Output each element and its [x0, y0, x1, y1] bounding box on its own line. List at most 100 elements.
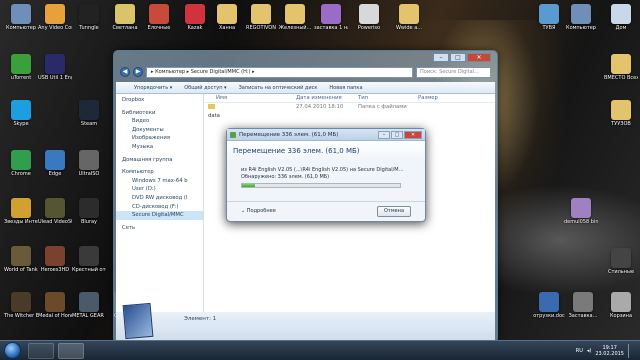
- desktop-icon[interactable]: Компьютер: [4, 4, 38, 31]
- desktop-icon[interactable]: Крестный отец: [72, 246, 106, 273]
- desktop-icon[interactable]: Стильные: [604, 248, 638, 275]
- desktop-icon[interactable]: Корзина: [604, 292, 638, 319]
- desktop-icon[interactable]: Звезды Интернет: [4, 198, 38, 225]
- desktop-icon[interactable]: Компьютер: [564, 4, 598, 31]
- status-text: Элемент: 1: [184, 316, 217, 322]
- desktop-icon[interactable]: Дом: [604, 4, 638, 31]
- dialog-minimize-button[interactable]: –: [378, 131, 390, 139]
- column-date[interactable]: Дата изменения: [296, 94, 358, 102]
- language-indicator[interactable]: RU: [576, 348, 583, 354]
- clock[interactable]: 19:17 23.02.2015: [595, 345, 624, 357]
- nav-item[interactable]: Видео: [116, 117, 203, 126]
- desktop-icon[interactable]: uTorrent: [4, 54, 38, 81]
- desktop-icon[interactable]: ВМЕСТО Всех...: [604, 54, 638, 81]
- desktop-icon[interactable]: Tunngle: [72, 4, 106, 31]
- nav-item[interactable]: CD-дисковод (F:): [116, 203, 203, 212]
- nav-item[interactable]: Dropbox: [116, 96, 203, 105]
- show-desktop-button[interactable]: [628, 344, 636, 358]
- nav-item[interactable]: Secure Digital/MMC: [116, 211, 203, 220]
- desktop-icon[interactable]: METAL GEAR RISING REV...: [72, 292, 106, 319]
- dialog-close-button[interactable]: ✕: [404, 131, 422, 139]
- desktop-icon[interactable]: Chrome: [4, 150, 38, 177]
- nav-item[interactable]: Библиотеки: [116, 109, 203, 118]
- desktop-icon-label: Ulead VideoStud...: [38, 219, 72, 225]
- forward-icon[interactable]: ▶: [133, 67, 143, 77]
- desktop-icon-label: UltraISO: [78, 171, 100, 177]
- found-line: Обнаружено: 336 элем. (61,0 МБ): [241, 174, 330, 180]
- column-size[interactable]: Размер: [418, 94, 458, 102]
- nav-item[interactable]: Компьютер: [116, 168, 203, 177]
- desktop-icon[interactable]: Any Video Converter: [38, 4, 72, 31]
- dialog-maximize-button[interactable]: □: [391, 131, 403, 139]
- nav-item[interactable]: Документы: [116, 126, 203, 135]
- new-folder-button[interactable]: Новая папка: [329, 85, 362, 91]
- nav-item[interactable]: DVD RW дисковод (I: [116, 194, 203, 203]
- desktop-icon[interactable]: demul058 bin BBA.rar: [564, 198, 598, 225]
- more-details-toggle[interactable]: ⌄ Подробнее: [241, 208, 276, 214]
- desktop-icon[interactable]: Poweriso: [352, 4, 386, 31]
- desktop-icon[interactable]: Железный...: [278, 4, 312, 31]
- taskbar: RU ◂) 19:17 23.02.2015: [0, 340, 640, 360]
- share-button[interactable]: Общий доступ ▾: [184, 85, 226, 91]
- desktop-icon[interactable]: Edge: [38, 150, 72, 177]
- desktop-icon[interactable]: Ёлочные: [142, 4, 176, 31]
- cancel-button[interactable]: Отмена: [377, 206, 411, 217]
- desktop-icon[interactable]: ТУВЯ: [532, 4, 566, 31]
- desktop-icon[interactable]: World of Tanks: [4, 246, 38, 273]
- nav-item[interactable]: Сеть: [116, 224, 203, 233]
- start-button[interactable]: [4, 342, 21, 359]
- desktop-icon[interactable]: ТУУЗОВ: [604, 100, 638, 127]
- nav-item[interactable]: User (D:): [116, 185, 203, 194]
- nav-item[interactable]: Windows 7 max-64 b: [116, 177, 203, 186]
- close-button[interactable]: ✕: [467, 53, 491, 62]
- desktop-icon-label: Wwide a...: [395, 25, 423, 31]
- nav-item[interactable]: Изображения: [116, 134, 203, 143]
- file-row[interactable]: data 27.04.2010 18:10 Папка с файлами: [204, 103, 495, 119]
- desktop-icon[interactable]: Светлана: [108, 4, 142, 31]
- file-type: Папка с файлами: [358, 104, 407, 110]
- search-input[interactable]: Поиск: Secure Digital...: [416, 66, 491, 78]
- desktop-icon-label: Medal of Honor Alli...: [38, 313, 72, 319]
- desktop-icon[interactable]: Steam: [72, 100, 106, 127]
- volume-icon[interactable]: ◂): [587, 348, 591, 354]
- desktop-icon[interactable]: Bluray: [72, 198, 106, 225]
- desktop-icon[interactable]: The Witcher Enhanced...: [4, 292, 38, 319]
- desktop-icon[interactable]: заставка 1 на...: [314, 4, 348, 31]
- column-name[interactable]: Имя: [204, 94, 296, 102]
- app-icon: [45, 198, 65, 218]
- taskbar-explorer-button[interactable]: [28, 343, 54, 359]
- desktop-icon[interactable]: Заставка...: [566, 292, 600, 319]
- app-icon: [399, 4, 419, 24]
- app-icon: [321, 4, 341, 24]
- organize-button[interactable]: Упорядочить ▾: [134, 85, 172, 91]
- desktop-icon[interactable]: Ulead VideoStud...: [38, 198, 72, 225]
- desktop-icon[interactable]: Kazak: [178, 4, 212, 31]
- desktop-icon[interactable]: Skype: [4, 100, 38, 127]
- desktop-icon-label: Звезды Интернет: [4, 219, 38, 225]
- desktop-icon[interactable]: Wwide a...: [392, 4, 426, 31]
- desktop-icon-label: The Witcher Enhanced...: [4, 313, 38, 319]
- taskbar-chrome-button[interactable]: [58, 343, 84, 359]
- nav-item[interactable]: Домашняя группа: [116, 156, 203, 165]
- desktop-icon[interactable]: Heroes3HD: [38, 246, 72, 273]
- burn-button[interactable]: Записать на оптический диск: [239, 85, 318, 91]
- app-icon: [45, 292, 65, 312]
- address-bar[interactable]: ▸ Компьютер ▸ Secure Digital/MMC (H:) ▸: [146, 66, 413, 78]
- move-progress-dialog[interactable]: Перемещение 336 элем. (61,0 МБ) – □ ✕ Пе…: [226, 128, 426, 222]
- desktop-icon[interactable]: отрузки.doc: [532, 292, 566, 319]
- system-tray: RU ◂) 19:17 23.02.2015: [576, 343, 636, 359]
- desktop-icon[interactable]: Ханна: [210, 4, 244, 31]
- back-icon[interactable]: ◀: [120, 67, 130, 77]
- nav-item[interactable]: Музыка: [116, 143, 203, 152]
- desktop-icon[interactable]: REGOTIVON: [244, 4, 278, 31]
- minimize-button[interactable]: –: [433, 53, 449, 62]
- app-icon: [79, 100, 99, 120]
- app-icon: [79, 150, 99, 170]
- desktop-icon[interactable]: USB Util 1 English: [38, 54, 72, 81]
- dialog-heading: Перемещение 336 элем. (61,0 МБ): [227, 141, 425, 163]
- desktop-icon[interactable]: UltraISO: [72, 150, 106, 177]
- maximize-button[interactable]: □: [450, 53, 466, 62]
- app-icon: [79, 4, 99, 24]
- desktop-icon[interactable]: Medal of Honor Alli...: [38, 292, 72, 319]
- column-type[interactable]: Тип: [358, 94, 418, 102]
